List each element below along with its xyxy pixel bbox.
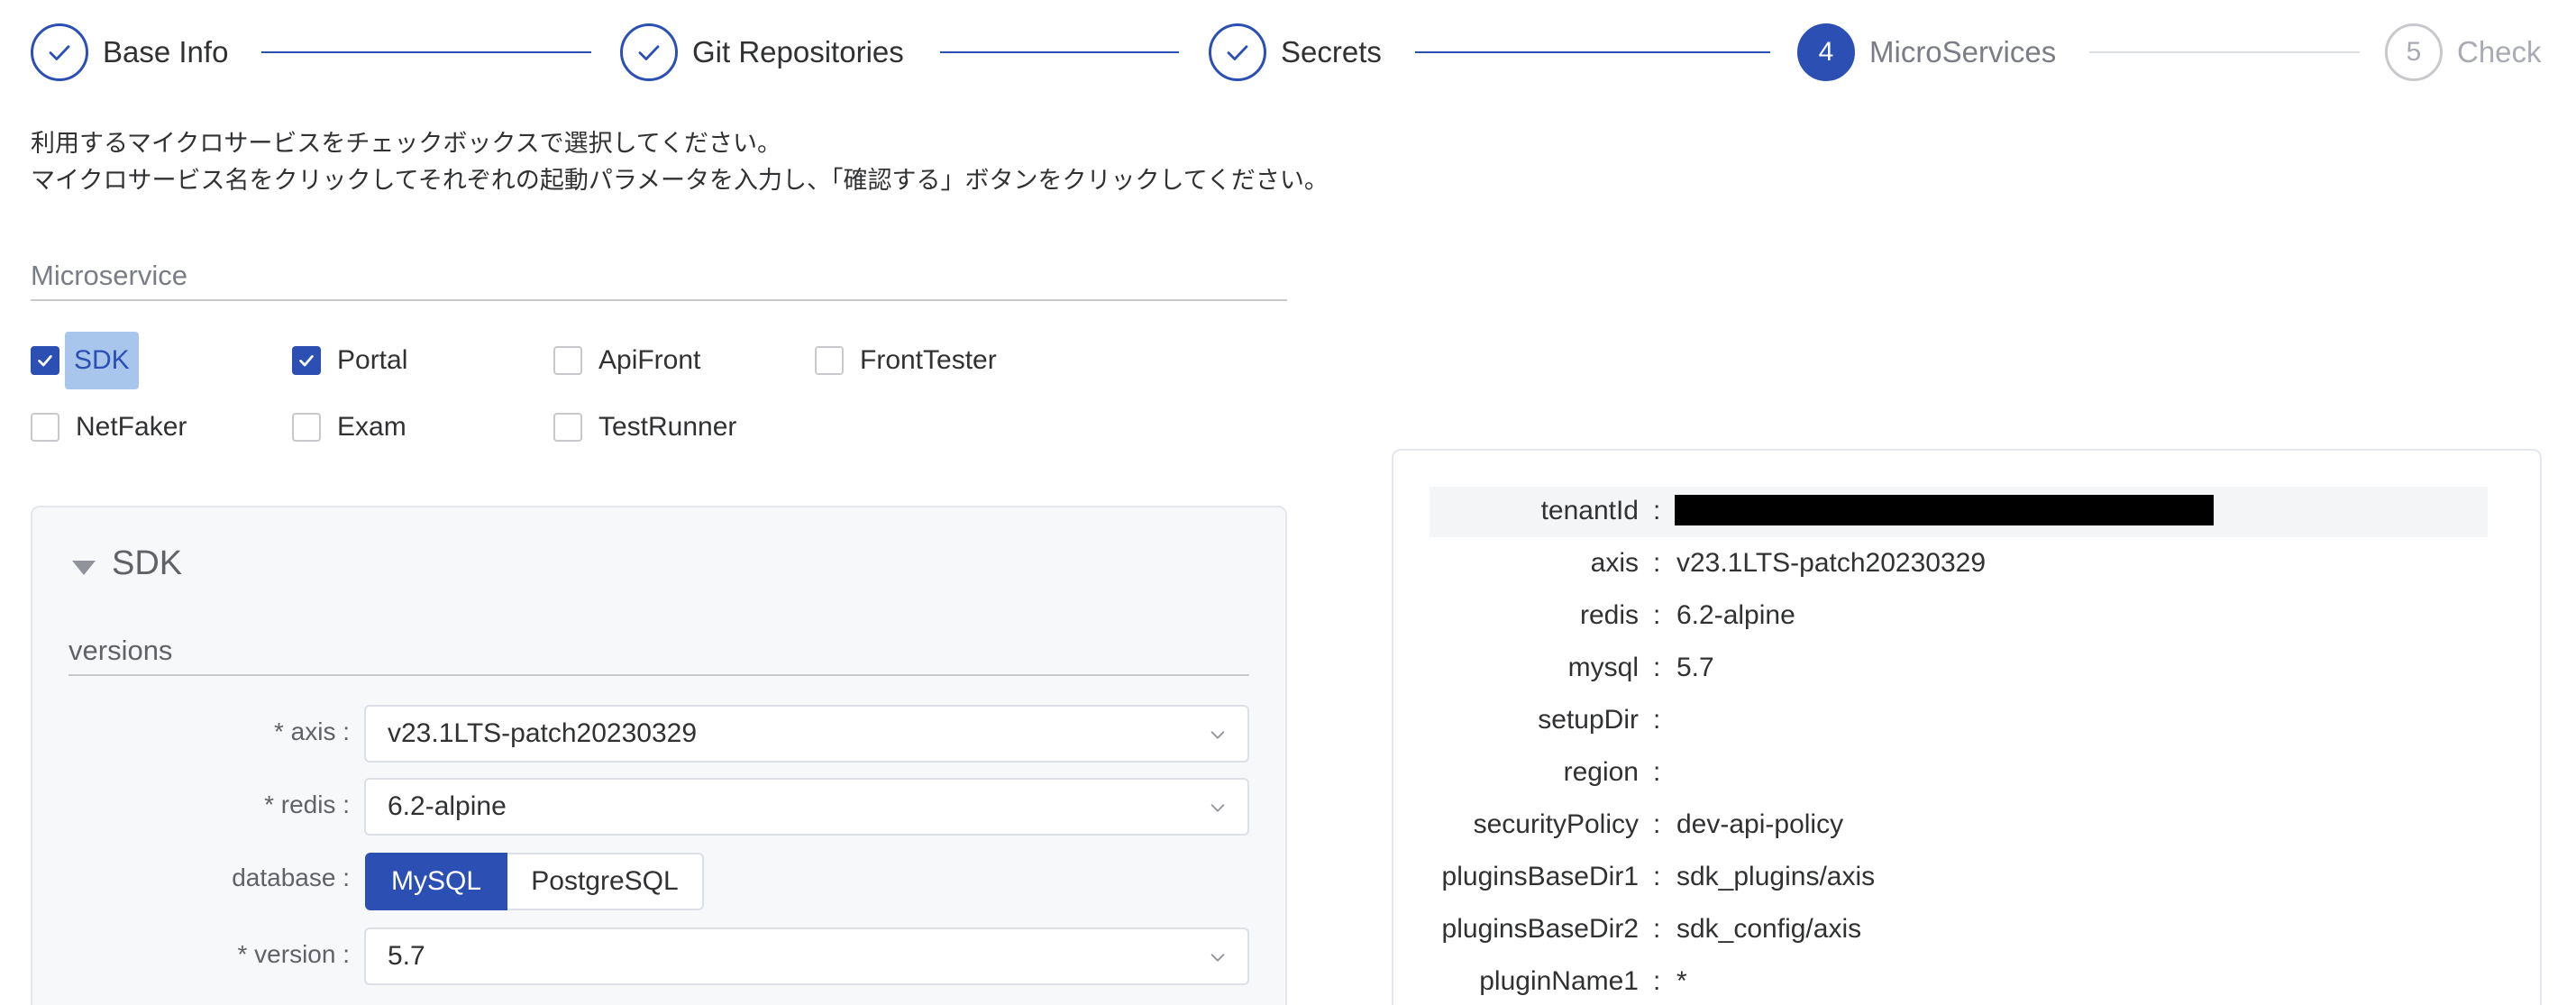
chevron-down-icon <box>1210 731 1225 739</box>
axis-label: * axis : <box>273 717 350 745</box>
step-connector-1 <box>261 51 591 53</box>
step-4-number[interactable]: 4 <box>1797 23 1855 81</box>
checkbox-testrunner[interactable]: TestRunner <box>553 409 736 445</box>
axis-select[interactable]: v23.1LTS-patch20230329 <box>364 705 1249 763</box>
summary-colon: : <box>1653 653 1661 682</box>
summary-value-pluginsbasedir2: sdk_config/axis <box>1676 914 1862 944</box>
step-5-number[interactable]: 5 <box>2385 23 2443 81</box>
microservice-link-testrunner[interactable]: TestRunner <box>598 412 736 443</box>
step-3-label[interactable]: Secrets <box>1281 32 1382 72</box>
summary-value-axis: v23.1LTS-patch20230329 <box>1676 548 1987 578</box>
summary-value-pluginname1: * <box>1676 966 1687 996</box>
summary-key-redis: redis <box>1579 600 1639 630</box>
microservice-link-portal[interactable]: Portal <box>337 345 407 376</box>
summary-value-securitypolicy: dev-api-policy <box>1676 809 1844 839</box>
summary-key-pluginname1: pluginName1 <box>1479 966 1639 996</box>
summary-key-region: region <box>1563 757 1639 787</box>
redis-select-value: 6.2-alpine <box>388 791 507 821</box>
checkbox-sdk[interactable]: SDK <box>31 332 139 389</box>
summary-colon: : <box>1653 809 1661 839</box>
summary-value-redis: 6.2-alpine <box>1676 600 1795 630</box>
checkbox-checked-icon[interactable] <box>292 346 321 375</box>
summary-colon: : <box>1653 966 1661 996</box>
summary-colon: : <box>1653 705 1661 735</box>
step-3-check-icon[interactable] <box>1209 23 1266 81</box>
redis-label: * redis : <box>264 790 350 818</box>
microservice-link-exam[interactable]: Exam <box>337 412 406 443</box>
redis-select[interactable]: 6.2-alpine <box>364 778 1249 836</box>
microservice-link-netfaker[interactable]: NetFaker <box>76 412 187 443</box>
summary-key-pluginsbasedir2: pluginsBaseDir2 <box>1441 914 1639 944</box>
summary-key-securitypolicy: securityPolicy <box>1473 809 1639 839</box>
step-1-check-icon[interactable] <box>31 23 88 81</box>
summary-value-mysql: 5.7 <box>1676 653 1714 682</box>
checkbox-unchecked-icon[interactable] <box>815 346 844 375</box>
summary-colon: : <box>1653 914 1661 944</box>
microservice-link-fronttester[interactable]: FrontTester <box>860 345 997 376</box>
microservice-section-title: Microservice <box>31 260 187 291</box>
chevron-down-icon <box>1210 954 1225 962</box>
checkbox-unchecked-icon[interactable] <box>553 346 582 375</box>
checkbox-unchecked-icon[interactable] <box>31 413 59 442</box>
checkbox-exam[interactable]: Exam <box>292 409 406 445</box>
microservice-link-sdk[interactable]: SDK <box>65 332 139 389</box>
step-5-label[interactable]: Check <box>2457 32 2542 72</box>
microservice-link-apifront[interactable]: ApiFront <box>598 345 700 376</box>
step-connector-2 <box>940 51 1179 53</box>
microservice-divider <box>31 299 1287 301</box>
sdk-panel-title[interactable]: SDK <box>112 544 182 583</box>
summary-colon: : <box>1653 496 1661 525</box>
summary-colon: : <box>1653 600 1661 630</box>
checkbox-netfaker[interactable]: NetFaker <box>31 409 187 445</box>
version-select[interactable]: 5.7 <box>364 927 1249 985</box>
checkbox-checked-icon[interactable] <box>31 346 59 375</box>
checkbox-unchecked-icon[interactable] <box>553 413 582 442</box>
summary-value-pluginsbasedir1: sdk_plugins/axis <box>1676 862 1876 891</box>
versions-section-title: versions <box>69 635 173 666</box>
summary-colon: : <box>1653 862 1661 891</box>
summary-colon: : <box>1653 757 1661 787</box>
version-select-value: 5.7 <box>388 941 425 971</box>
chevron-down-icon <box>1210 804 1225 812</box>
database-label: database : <box>232 863 350 891</box>
checkbox-fronttester[interactable]: FrontTester <box>815 343 997 379</box>
step-2-check-icon[interactable] <box>620 23 678 81</box>
step-2-label[interactable]: Git Repositories <box>692 32 904 72</box>
redacted-value <box>1675 495 2214 525</box>
step-connector-3 <box>1415 51 1770 53</box>
axis-select-value: v23.1LTS-patch20230329 <box>388 718 698 748</box>
database-option-mysql[interactable]: MySQL <box>365 853 507 910</box>
checkbox-portal[interactable]: Portal <box>292 343 407 379</box>
database-option-postgresql[interactable]: PostgreSQL <box>507 853 704 910</box>
instruction-line-1: 利用するマイクロサービスをチェックボックスで選択してください。 <box>31 130 781 157</box>
stepper: Base Info Git Repositories Secrets 4 Mic… <box>0 0 2576 105</box>
summary-key-axis: axis <box>1590 548 1639 578</box>
summary-colon: : <box>1653 548 1661 578</box>
summary-key-setupdir: setupDir <box>1538 705 1639 735</box>
step-4-label[interactable]: MicroServices <box>1869 32 2056 72</box>
checkbox-apifront[interactable]: ApiFront <box>553 343 700 379</box>
version-label: * version : <box>237 940 351 968</box>
versions-divider <box>69 674 1249 676</box>
checkbox-unchecked-icon[interactable] <box>292 413 321 442</box>
summary-key-mysql: mysql <box>1567 653 1639 682</box>
step-connector-4 <box>2089 51 2360 53</box>
summary-key-pluginsbasedir1: pluginsBaseDir1 <box>1441 862 1639 891</box>
instruction-line-2: マイクロサービス名をクリックしてそれぞれの起動パラメータを入力し、「確認する」ボ… <box>31 167 1329 194</box>
step-1-label[interactable]: Base Info <box>103 32 228 72</box>
collapse-caret-icon[interactable] <box>72 561 96 575</box>
summary-key-tenantid: tenantId <box>1540 496 1639 525</box>
